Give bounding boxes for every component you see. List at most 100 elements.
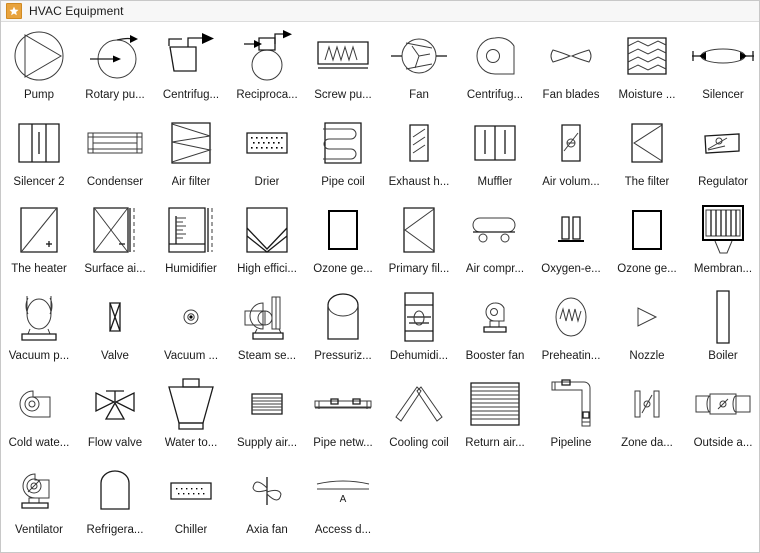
membrane-filter-icon — [685, 197, 760, 263]
stencil-item-surface-air-cooler[interactable]: Surface ai... — [77, 197, 153, 284]
stencil-item-exhaust-hood[interactable]: Exhaust h... — [381, 110, 457, 197]
stencil-item-humidifier[interactable]: Humidifier — [153, 197, 229, 284]
high-efficiency-filter-icon — [229, 197, 305, 263]
stencil-item-vacuum-pump[interactable]: Vacuum p... — [1, 284, 77, 371]
air-volume-regulator-icon — [533, 110, 609, 176]
stencil-item-label: The heater — [11, 263, 67, 275]
dehumidifier-icon — [381, 284, 457, 350]
stencil-item-fan-blades[interactable]: Fan blades — [533, 23, 609, 110]
stencil-item-label: Nozzle — [629, 350, 665, 362]
stencil-item-label: Rotary pu... — [85, 89, 145, 101]
stencil-item-boiler[interactable]: Boiler — [685, 284, 760, 371]
stencil-item-screw-pump[interactable]: Screw pu... — [305, 23, 381, 110]
stencil-item-label: Dehumidi... — [389, 350, 449, 362]
stencil-item-label: Ozone ge... — [313, 263, 373, 275]
reciprocating-pump-icon — [229, 23, 305, 89]
stencil-item-silencer-2[interactable]: Silencer 2 — [1, 110, 77, 197]
stencil-item-nozzle[interactable]: Nozzle — [609, 284, 685, 371]
stencil-item-ventilator[interactable]: Ventilator — [1, 458, 77, 545]
steam-separator-icon — [229, 284, 305, 350]
stencil-item-label: Air filter — [171, 176, 211, 188]
stencil-item-label: Preheatin... — [541, 350, 601, 362]
the-filter-icon — [609, 110, 685, 176]
stencil-item-high-efficiency-filter[interactable]: High effici... — [229, 197, 305, 284]
stencil-item-label: Access d... — [314, 524, 372, 536]
drier-icon — [229, 110, 305, 176]
stencil-item-vacuum-gauge[interactable]: Vacuum ... — [153, 284, 229, 371]
stencil-item-steam-separator[interactable]: Steam se... — [229, 284, 305, 371]
stencil-item-label: Chiller — [174, 524, 208, 536]
stencil-item-primary-filter[interactable]: Primary fil... — [381, 197, 457, 284]
refrigerator-icon — [77, 458, 153, 524]
stencil-item-label: Pressuriz... — [314, 350, 372, 362]
stencil-item-zone-damper[interactable]: Zone da... — [609, 371, 685, 458]
stencil-item-regulator[interactable]: Regulator — [685, 110, 760, 197]
stencil-item-centrifugal-fan[interactable]: Centrifug... — [457, 23, 533, 110]
stencil-item-valve[interactable]: Valve — [77, 284, 153, 371]
stencil-item-oxygen-equipment[interactable]: Oxygen-e... — [533, 197, 609, 284]
stencil-item-axial-fan[interactable]: Axia fan — [229, 458, 305, 545]
stencil-item-water-tower[interactable]: Water to... — [153, 371, 229, 458]
stencil-item-ozone-generator[interactable]: Ozone ge... — [305, 197, 381, 284]
stencil-item-label: Fan — [409, 89, 429, 101]
stencil-item-cooling-coil[interactable]: Cooling coil — [381, 371, 457, 458]
pipe-network-icon — [305, 371, 381, 437]
stencil-item-return-air-grille[interactable]: Return air... — [457, 371, 533, 458]
stencil-item-label: Humidifier — [165, 263, 217, 275]
ozone-generator-2-icon — [609, 197, 685, 263]
silencer-2-icon — [1, 110, 77, 176]
stencil-item-access-door[interactable]: A Access d... — [305, 458, 381, 545]
stencil-item-air-compressor[interactable]: Air compr... — [457, 197, 533, 284]
stencil-item-silencer[interactable]: Silencer — [685, 23, 760, 110]
stencil-item-heater[interactable]: The heater — [1, 197, 77, 284]
stencil-item-centrifugal-pump[interactable]: Centrifug... — [153, 23, 229, 110]
stencil-item-drier[interactable]: Drier — [229, 110, 305, 197]
stencil-item-dehumidifier[interactable]: Dehumidi... — [381, 284, 457, 371]
stencil-item-booster-fan[interactable]: Booster fan — [457, 284, 533, 371]
stencil-item-chiller[interactable]: Chiller — [153, 458, 229, 545]
stencil-item-air-filter[interactable]: Air filter — [153, 110, 229, 197]
stencil-item-label: Water to... — [164, 437, 218, 449]
stencil-item-pump[interactable]: Pump — [1, 23, 77, 110]
fan-blades-icon — [533, 23, 609, 89]
stencil-item-pipeline[interactable]: Pipeline — [533, 371, 609, 458]
stencil-item-label: Air compr... — [465, 263, 525, 275]
stencil-item-label: Air volum... — [542, 176, 600, 188]
pipe-coil-icon — [305, 110, 381, 176]
pressurized-tank-icon — [305, 284, 381, 350]
stencil-item-moisture-separator[interactable]: Moisture ... — [609, 23, 685, 110]
stencil-item-reciprocating-pump[interactable]: Reciproca... — [229, 23, 305, 110]
stencil-item-label: Vacuum ... — [163, 350, 219, 362]
pipeline-icon — [533, 371, 609, 437]
heater-icon — [1, 197, 77, 263]
stencil-item-air-volume-regulator[interactable]: Air volum... — [533, 110, 609, 197]
stencil-item-label: Regulator — [698, 176, 748, 188]
stencil-item-supply-air-grille[interactable]: Supply air... — [229, 371, 305, 458]
stencil-item-label: Valve — [101, 350, 129, 362]
primary-filter-icon — [381, 197, 457, 263]
stencil-item-condenser[interactable]: Condenser — [77, 110, 153, 197]
cooling-coil-icon — [381, 371, 457, 437]
stencil-item-cold-water-pump[interactable]: Cold wate... — [1, 371, 77, 458]
stencil-item-the-filter[interactable]: The filter — [609, 110, 685, 197]
stencil-item-flow-valve[interactable]: Flow valve — [77, 371, 153, 458]
outside-air-duct-icon — [685, 371, 760, 437]
stencil-item-pressurized-tank[interactable]: Pressuriz... — [305, 284, 381, 371]
stencil-item-label: Screw pu... — [314, 89, 372, 101]
stencil-item-ozone-generator-2[interactable]: Ozone ge... — [609, 197, 685, 284]
stencil-item-rotary-pump[interactable]: Rotary pu... — [77, 23, 153, 110]
stencil-item-fan[interactable]: Fan — [381, 23, 457, 110]
stencil-item-refrigerator[interactable]: Refrigera... — [77, 458, 153, 545]
stencil-item-membrane-filter[interactable]: Membran... — [685, 197, 760, 284]
stencil-item-preheating-coil[interactable]: Preheatin... — [533, 284, 609, 371]
nozzle-icon — [609, 284, 685, 350]
water-tower-icon — [153, 371, 229, 437]
stencil-item-muffler[interactable]: Muffler — [457, 110, 533, 197]
stencil-item-pipe-coil[interactable]: Pipe coil — [305, 110, 381, 197]
chiller-icon — [153, 458, 229, 524]
stencil-item-label: Flow valve — [87, 437, 143, 449]
boiler-icon — [685, 284, 760, 350]
moisture-separator-icon — [609, 23, 685, 89]
stencil-item-pipe-network[interactable]: Pipe netw... — [305, 371, 381, 458]
stencil-item-outside-air-duct[interactable]: Outside a... — [685, 371, 760, 458]
